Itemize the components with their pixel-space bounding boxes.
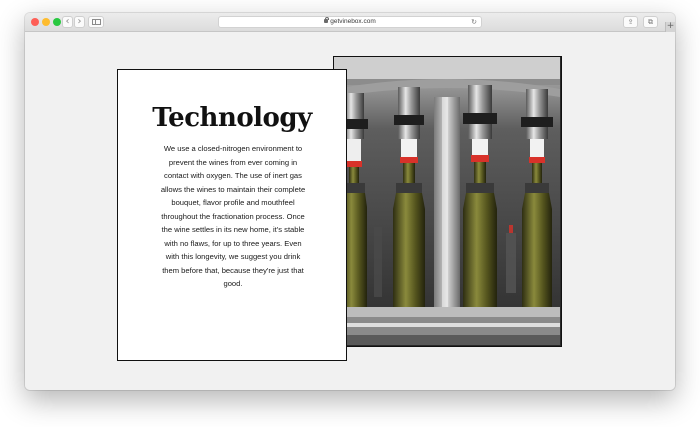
page-content: Technology We use a closed-nitrogen envi… bbox=[25, 33, 675, 390]
sidebar-icon bbox=[92, 19, 101, 25]
technology-card: Technology We use a closed-nitrogen envi… bbox=[117, 69, 347, 361]
show-tabs-button[interactable]: ⧉ bbox=[643, 16, 658, 28]
close-window-button[interactable] bbox=[31, 18, 39, 26]
back-button[interactable]: ‹ bbox=[62, 16, 73, 28]
wine-bottling-machine-image bbox=[333, 56, 562, 347]
filler-head-4 bbox=[521, 89, 553, 309]
address-bar[interactable]: getvinebox.com ↻ bbox=[218, 16, 482, 28]
new-tab-button[interactable]: + bbox=[665, 22, 675, 32]
forward-button[interactable]: › bbox=[74, 16, 85, 28]
filler-head-3 bbox=[463, 85, 497, 312]
sidebar-toggle-button[interactable] bbox=[88, 16, 104, 28]
browser-window: ‹ › getvinebox.com ↻ ⇪ ⧉ + Technology We… bbox=[25, 13, 675, 390]
zoom-window-button[interactable] bbox=[53, 18, 61, 26]
lock-icon bbox=[324, 16, 329, 23]
bottling-machine-illustration bbox=[334, 57, 560, 345]
filler-head-2 bbox=[393, 87, 425, 309]
minimize-window-button[interactable] bbox=[42, 18, 50, 26]
browser-toolbar: ‹ › getvinebox.com ↻ ⇪ ⧉ + bbox=[25, 13, 675, 32]
address-bar-url: getvinebox.com bbox=[330, 18, 376, 25]
section-body: We use a closed-nitrogen environment to … bbox=[160, 144, 306, 288]
reload-icon[interactable]: ↻ bbox=[471, 17, 477, 27]
section-title: Technology bbox=[152, 103, 312, 133]
share-button[interactable]: ⇪ bbox=[623, 16, 638, 28]
